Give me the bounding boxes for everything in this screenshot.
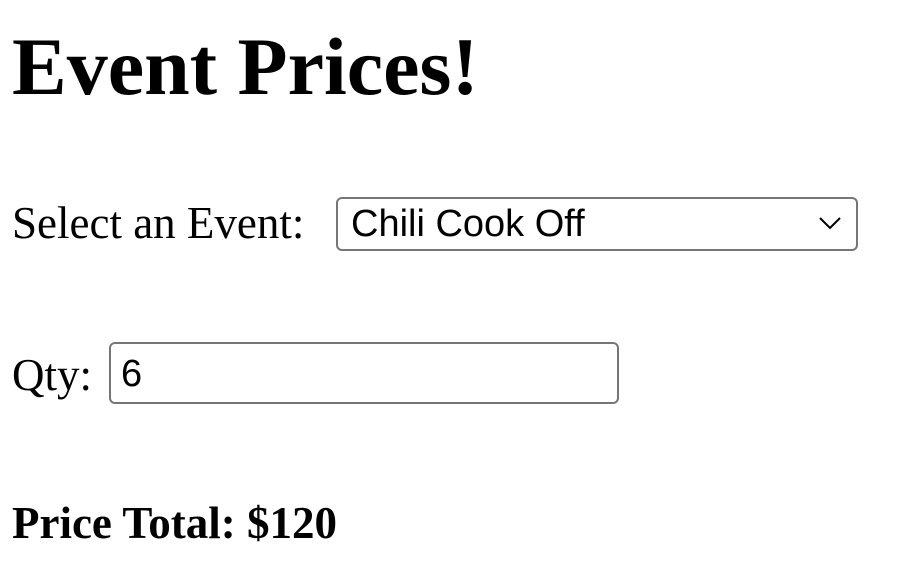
event-select[interactable]: Chili Cook Off [336,197,858,251]
qty-input-value: 6 [121,353,143,395]
event-select-value: Chili Cook Off [351,203,585,245]
price-total-value: $120 [246,498,337,548]
qty-label: Qty: [12,350,93,400]
price-total-label: Price Total: [12,498,236,548]
price-total: Price Total: $120 [12,501,337,546]
chevron-down-icon [819,217,841,230]
page-title: Event Prices! [12,21,479,112]
qty-input[interactable]: 6 [109,342,619,404]
event-select-label: Select an Event: [12,198,305,248]
